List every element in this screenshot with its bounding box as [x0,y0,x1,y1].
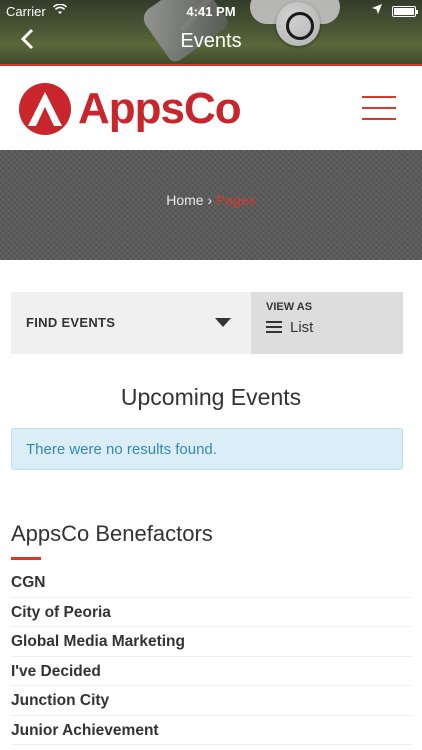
caret-down-icon [215,318,231,327]
breadcrumb-home-link[interactable]: Home [166,192,203,208]
battery-icon [392,6,418,17]
upcoming-events-heading: Upcoming Events [120,384,302,410]
clock: 4:41 PM [186,4,236,19]
no-results-alert: There were no results found. [11,428,403,470]
page-banner: Home › Pages [0,150,422,260]
benefactor-link[interactable]: City of Peoria [11,598,412,627]
breadcrumb-separator: › [207,192,213,208]
hamburger-menu-button[interactable] [362,96,396,120]
appsco-logo-icon[interactable] [18,82,72,136]
nav-bar: Carrier 4:41 PM Events [0,0,422,66]
benefactors-list: CGN City of Peoria Global Media Marketin… [11,568,412,745]
benefactors-heading: AppsCo Benefactors [11,521,213,546]
view-as-label: VIEW AS [266,301,313,313]
breadcrumb: Home › Pages [0,192,422,208]
location-arrow-icon [372,4,382,17]
view-mode-list[interactable]: List [266,319,313,336]
find-events-label: FIND EVENTS [26,315,116,330]
benefactor-link[interactable]: CGN [11,568,412,598]
nav-title: Events [180,30,242,52]
heading-underline [11,557,41,560]
view-mode-label: List [290,319,314,336]
site-header: AppsCo [0,68,422,150]
benefactor-link[interactable]: Junior Achievement [11,716,412,745]
benefactor-link[interactable]: Junction City [11,686,412,716]
brand-logo-text[interactable]: AppsCo [78,84,242,134]
view-as-toggle[interactable]: VIEW AS List [251,292,403,354]
benefactor-link[interactable]: Global Media Marketing [11,627,412,657]
list-icon [266,321,282,333]
breadcrumb-current: Pages [216,192,256,208]
find-events-dropdown[interactable]: FIND EVENTS [11,292,251,354]
events-filter-bar: FIND EVENTS VIEW AS List [11,292,403,354]
status-bar: Carrier 4:41 PM [0,0,422,22]
benefactor-link[interactable]: I've Decided [11,657,412,686]
